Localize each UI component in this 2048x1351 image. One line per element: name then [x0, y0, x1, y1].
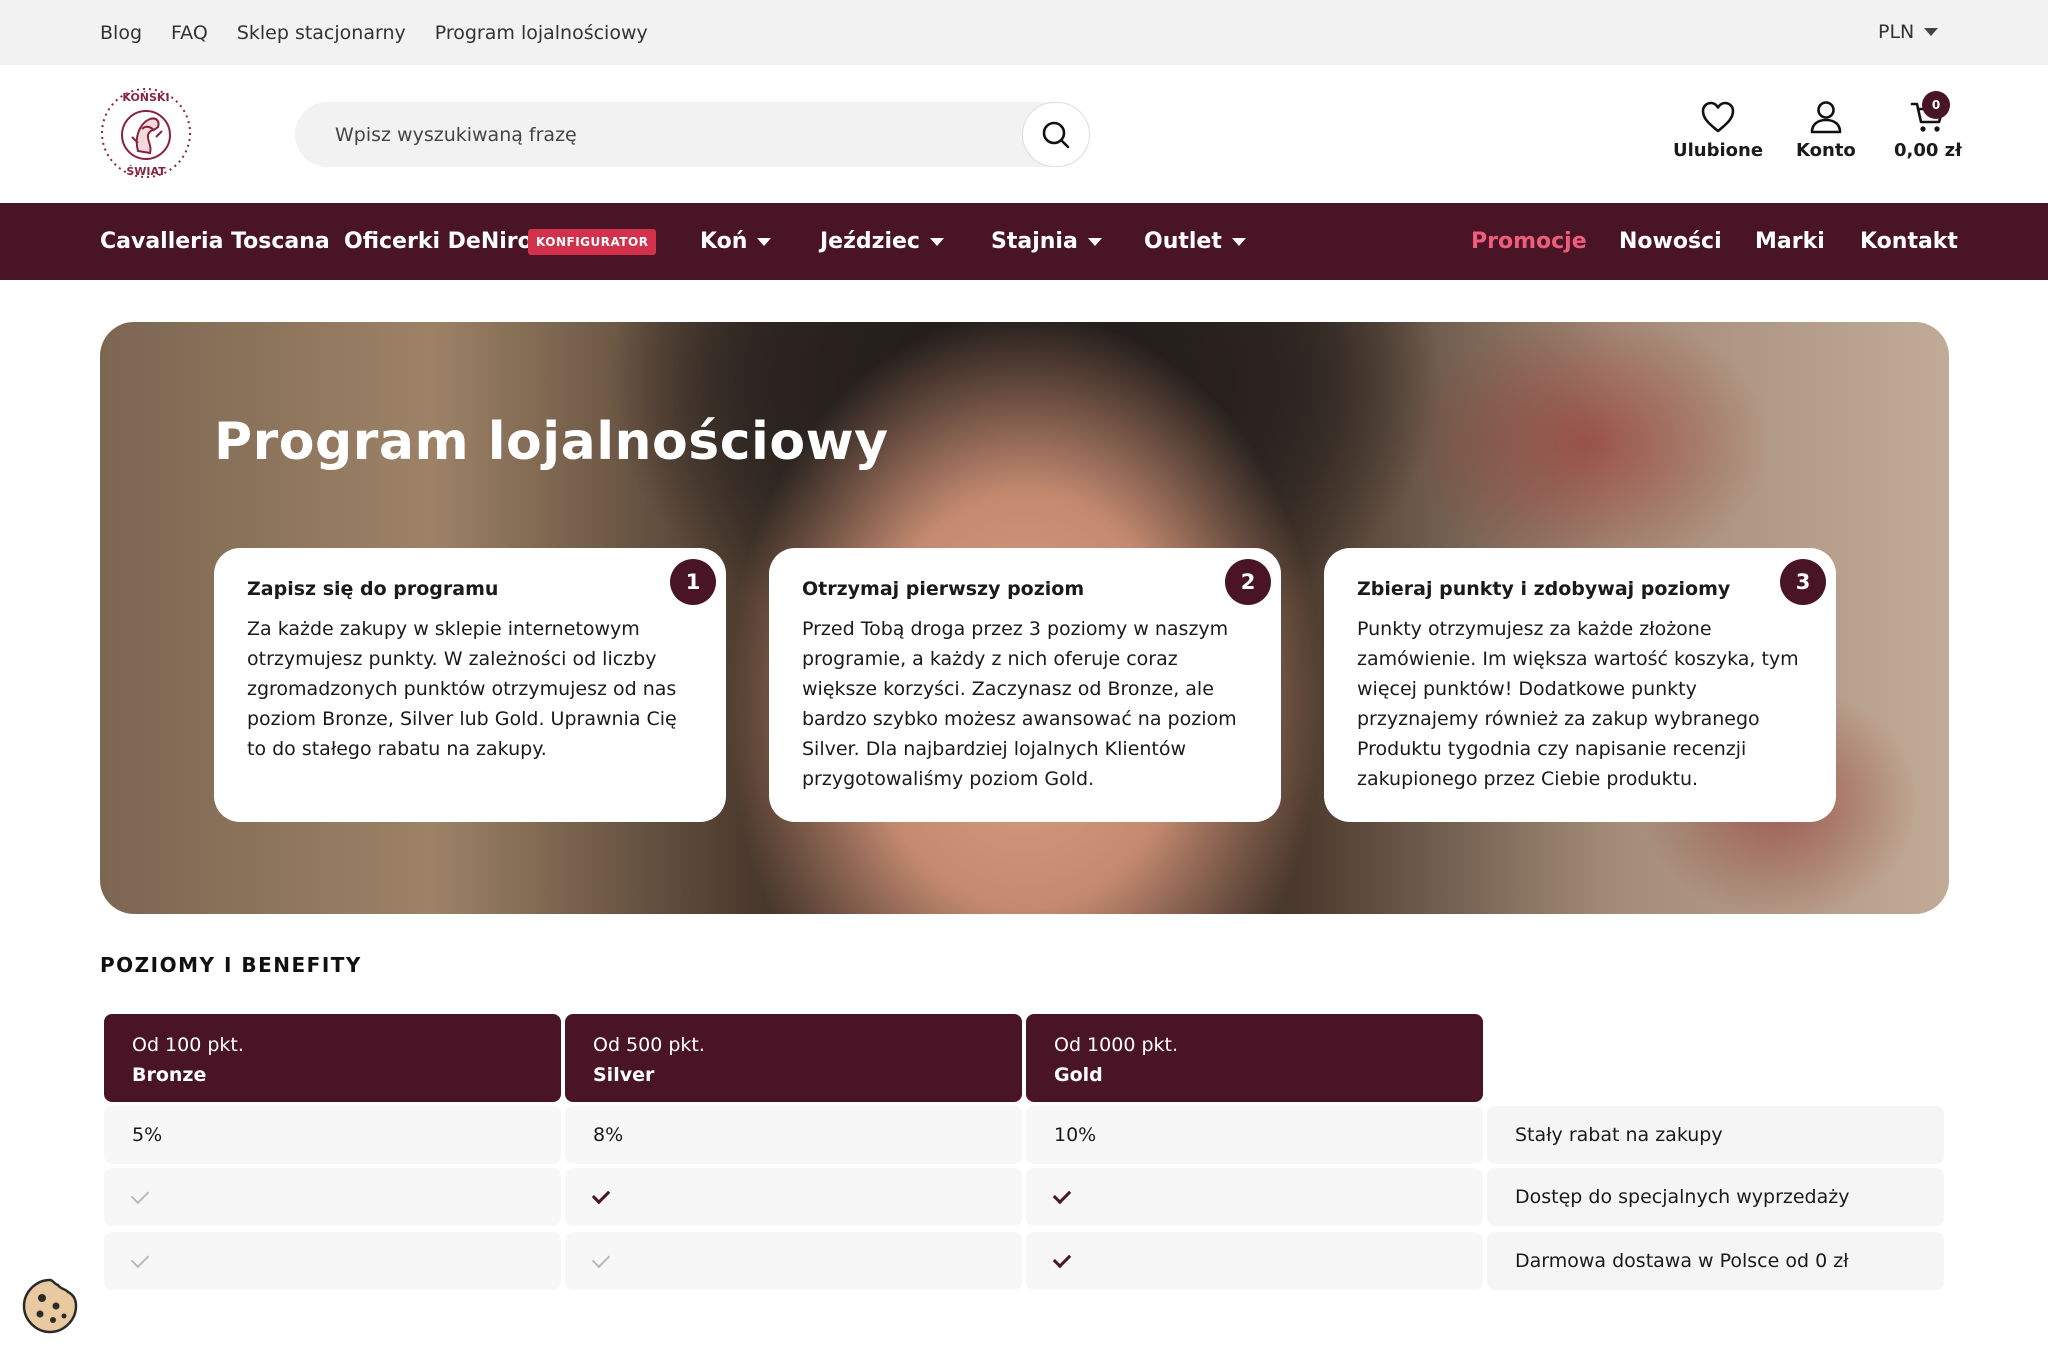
search-icon: [1042, 121, 1070, 148]
heart-icon: [1701, 101, 1735, 133]
link-loyalty[interactable]: Program lojalnościowy: [435, 22, 648, 44]
search-button[interactable]: [1022, 102, 1090, 167]
link-faq[interactable]: FAQ: [171, 22, 208, 44]
step-number: 2: [1225, 559, 1271, 605]
cart-total: 0,00 zł: [1894, 140, 1962, 161]
benefit-cell: [565, 1232, 1022, 1290]
tier-threshold: Od 500 pkt.: [593, 1034, 705, 1056]
link-store[interactable]: Sklep stacjonarny: [237, 22, 406, 44]
configurator-badge[interactable]: KONFIGURATOR: [528, 229, 657, 255]
tier-name: Gold: [1054, 1064, 1103, 1086]
account-button[interactable]: Konto: [1796, 100, 1856, 161]
check-icon: [130, 1249, 150, 1269]
step-card: 2 Otrzymaj pierwszy poziom Przed Tobą dr…: [769, 548, 1281, 822]
cart-count-badge: 0: [1922, 91, 1950, 119]
nav-outlet[interactable]: Outlet: [1144, 229, 1246, 254]
nav-kontakt[interactable]: Kontakt: [1860, 229, 1958, 254]
top-utility-bar: Blog FAQ Sklep stacjonarny Program lojal…: [0, 0, 2048, 65]
cookie-icon[interactable]: [20, 1276, 80, 1336]
link-blog[interactable]: Blog: [100, 22, 142, 44]
tier-header-silver: Od 500 pkt. Silver: [565, 1014, 1022, 1102]
chevron-down-icon: [1087, 237, 1102, 246]
tier-name: Silver: [593, 1064, 655, 1086]
discount-silver: 8%: [565, 1106, 1022, 1164]
tier-header-gold: Od 1000 pkt. Gold: [1026, 1014, 1483, 1102]
benefit-cell: [104, 1232, 561, 1290]
chevron-down-icon: [757, 237, 772, 246]
nav-marki[interactable]: Marki: [1755, 229, 1825, 254]
discount-bronze: 5%: [104, 1106, 561, 1164]
nav-label: Outlet: [1144, 229, 1222, 254]
user-icon: [1810, 101, 1842, 134]
step-text: Za każde zakupy w sklepie internetowym o…: [247, 618, 677, 760]
step-title: Zapisz się do programu: [247, 578, 499, 600]
check-icon: [591, 1249, 611, 1269]
currency-label: PLN: [1878, 21, 1915, 43]
benefit-label: Darmowa dostawa w Polsce od 0 zł: [1487, 1232, 1944, 1290]
step-title: Otrzymaj pierwszy poziom: [802, 578, 1085, 600]
search-input[interactable]: [335, 102, 995, 167]
benefit-cell: [104, 1168, 561, 1226]
nav-label: Stajnia: [991, 229, 1078, 254]
account-label: Konto: [1796, 140, 1856, 161]
levels-heading: POZIOMY I BENEFITY: [100, 953, 362, 977]
nav-cavalleria-toscana[interactable]: Cavalleria Toscana: [100, 229, 330, 254]
check-icon: [1052, 1185, 1072, 1205]
tier-name: Bronze: [132, 1064, 207, 1086]
step-number: 3: [1780, 559, 1826, 605]
svg-text:ŚWIAT: ŚWIAT: [126, 165, 166, 178]
step-title: Zbieraj punkty i zdobywaj poziomy: [1357, 578, 1731, 600]
nav-jezdziec[interactable]: Jeździec: [820, 229, 944, 254]
nav-promocje[interactable]: Promocje: [1471, 229, 1587, 254]
benefit-cell: [565, 1168, 1022, 1226]
nav-label: Koń: [700, 229, 748, 254]
logo[interactable]: KOŃSKI ŚWIAT: [98, 85, 194, 181]
benefit-cell: [1026, 1168, 1483, 1226]
step-card: 3 Zbieraj punkty i zdobywaj poziomy Punk…: [1324, 548, 1836, 822]
currency-select[interactable]: PLN: [1878, 21, 1939, 43]
tier-threshold: Od 1000 pkt.: [1054, 1034, 1179, 1056]
favorites-label: Ulubione: [1673, 140, 1764, 161]
tier-header-bronze: Od 100 pkt. Bronze: [104, 1014, 561, 1102]
nav-nowosci[interactable]: Nowości: [1619, 229, 1722, 254]
step-number: 1: [670, 559, 716, 605]
check-icon: [130, 1185, 150, 1205]
chevron-down-icon: [1924, 28, 1939, 36]
nav-label: Jeździec: [820, 229, 920, 254]
benefit-label: Dostęp do specjalnych wyprzedaży: [1487, 1168, 1944, 1226]
nav-kon[interactable]: Koń: [700, 229, 772, 254]
main-navigation: Cavalleria Toscana Oficerki DeNiro KONFI…: [0, 203, 2048, 280]
step-text: Przed Tobą droga przez 3 poziomy w naszy…: [802, 618, 1237, 790]
site-header: KOŃSKI ŚWIAT Ulubione Konto 0,00 zł: [0, 65, 2048, 203]
nav-label: Oficerki DeNiro: [344, 229, 533, 254]
benefit-label: Stały rabat na zakupy: [1487, 1106, 1944, 1164]
chevron-down-icon: [929, 237, 944, 246]
benefit-cell: [1026, 1232, 1483, 1290]
hero-banner: Program lojalnościowy 1 Zapisz się do pr…: [100, 322, 1949, 914]
nav-label: Cavalleria Toscana: [100, 229, 330, 254]
check-icon: [1052, 1249, 1072, 1269]
page-title: Program lojalnościowy: [214, 412, 889, 472]
utility-links: Blog FAQ Sklep stacjonarny Program lojal…: [100, 22, 648, 44]
tier-threshold: Od 100 pkt.: [132, 1034, 244, 1056]
check-icon: [591, 1185, 611, 1205]
favorites-button[interactable]: Ulubione: [1673, 100, 1763, 161]
step-card: 1 Zapisz się do programu Za każde zakupy…: [214, 548, 726, 822]
nav-stajnia[interactable]: Stajnia: [991, 229, 1102, 254]
step-text: Punkty otrzymujesz za każde złożone zamó…: [1357, 618, 1799, 790]
svg-text:KOŃSKI: KOŃSKI: [122, 91, 169, 104]
chevron-down-icon: [1231, 237, 1246, 246]
discount-gold: 10%: [1026, 1106, 1483, 1164]
nav-oficerki-deniro[interactable]: Oficerki DeNiro: [344, 229, 533, 254]
search-bar: [295, 102, 1090, 167]
